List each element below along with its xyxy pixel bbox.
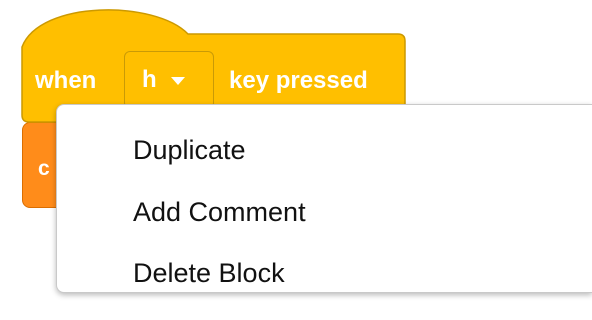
menu-item-add-comment[interactable]: Add Comment [133, 197, 306, 228]
when-label: when [35, 67, 97, 94]
key-value: h [142, 66, 157, 93]
code-canvas: c when h key pressed Duplicate Add Comme… [0, 0, 592, 320]
chevron-down-icon [170, 77, 185, 85]
menu-item-delete-block[interactable]: Delete Block [133, 258, 285, 289]
key-pressed-label: key pressed [229, 67, 368, 94]
key-dropdown[interactable]: h [124, 51, 214, 109]
menu-item-duplicate[interactable]: Duplicate [133, 135, 246, 166]
context-menu: Duplicate Add Comment Delete Block [56, 104, 592, 293]
